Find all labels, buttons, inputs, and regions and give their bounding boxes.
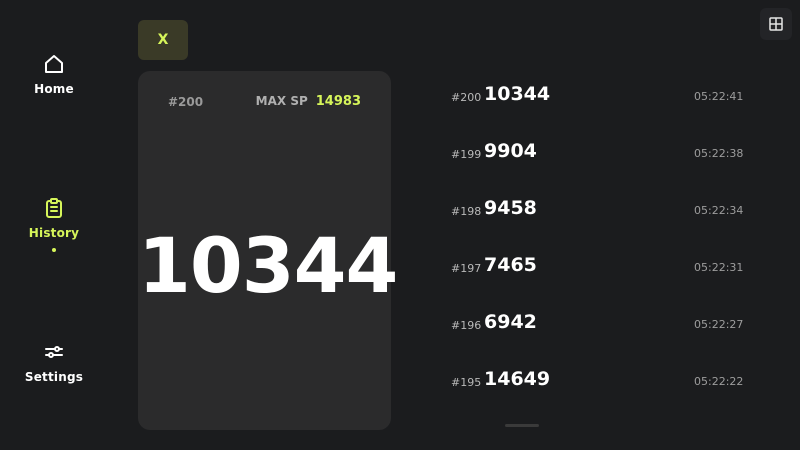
max-sp-label: MAX SP	[255, 94, 308, 108]
entry-value: 6942	[484, 311, 537, 333]
current-score-value: 10344	[138, 221, 398, 310]
entry-value: 14649	[484, 368, 551, 390]
current-score-card: #200 MAX SP 14983 10344	[138, 71, 398, 430]
sidebar-item-history[interactable]: History	[14, 196, 94, 252]
entry-id: #199	[451, 148, 482, 161]
entry-value: 10344	[484, 83, 551, 105]
partial-row-hint	[505, 424, 539, 427]
history-list[interactable]: #200 10344 05:22:41 #199 9904 05:22:38 #…	[450, 70, 770, 430]
entry-value: 7465	[484, 254, 537, 276]
sidebar-item-label: History	[28, 226, 80, 240]
sidebar-item-settings[interactable]: Settings	[14, 340, 94, 384]
entry-time: 05:22:38	[694, 147, 744, 160]
max-sp: MAX SP 14983	[256, 94, 361, 109]
list-item[interactable]: #200 10344 05:22:41	[450, 82, 770, 112]
clipboard-icon	[46, 198, 62, 218]
sliders-icon	[45, 346, 63, 358]
entry-id: #200	[451, 91, 482, 104]
grid-icon	[769, 17, 783, 31]
entry-value: 9904	[484, 140, 537, 162]
list-item[interactable]: #195 14649 05:22:22	[450, 367, 770, 397]
card-entry-id: #200	[168, 95, 204, 109]
max-sp-value: 14983	[315, 94, 361, 109]
sidebar-item-label: Home	[34, 82, 74, 96]
entry-time: 05:22:27	[694, 318, 744, 331]
home-icon	[45, 55, 63, 73]
sidebar-item-label: Settings	[24, 370, 84, 384]
entry-id: #196	[451, 319, 482, 332]
entry-id: #195	[451, 376, 482, 389]
close-button[interactable]: X	[138, 20, 188, 60]
list-item[interactable]: #196 6942 05:22:27	[450, 310, 770, 340]
entry-value: 9458	[484, 197, 537, 219]
list-item[interactable]: #198 9458 05:22:34	[450, 196, 770, 226]
entry-time: 05:22:34	[694, 204, 744, 217]
sidebar-item-home[interactable]: Home	[14, 52, 94, 96]
list-item-partial	[450, 424, 770, 430]
active-indicator-dot	[52, 248, 56, 252]
list-item[interactable]: #197 7465 05:22:31	[450, 253, 770, 283]
entry-time: 05:22:22	[694, 375, 744, 388]
entry-time: 05:22:41	[694, 90, 744, 103]
app-root: Home History Settings X #200 MAX SP 1498…	[0, 0, 800, 450]
entry-id: #197	[451, 262, 482, 275]
entry-id: #198	[451, 205, 482, 218]
list-item[interactable]: #199 9904 05:22:38	[450, 139, 770, 169]
entry-time: 05:22:31	[694, 261, 744, 274]
grid-view-button[interactable]	[760, 8, 792, 40]
